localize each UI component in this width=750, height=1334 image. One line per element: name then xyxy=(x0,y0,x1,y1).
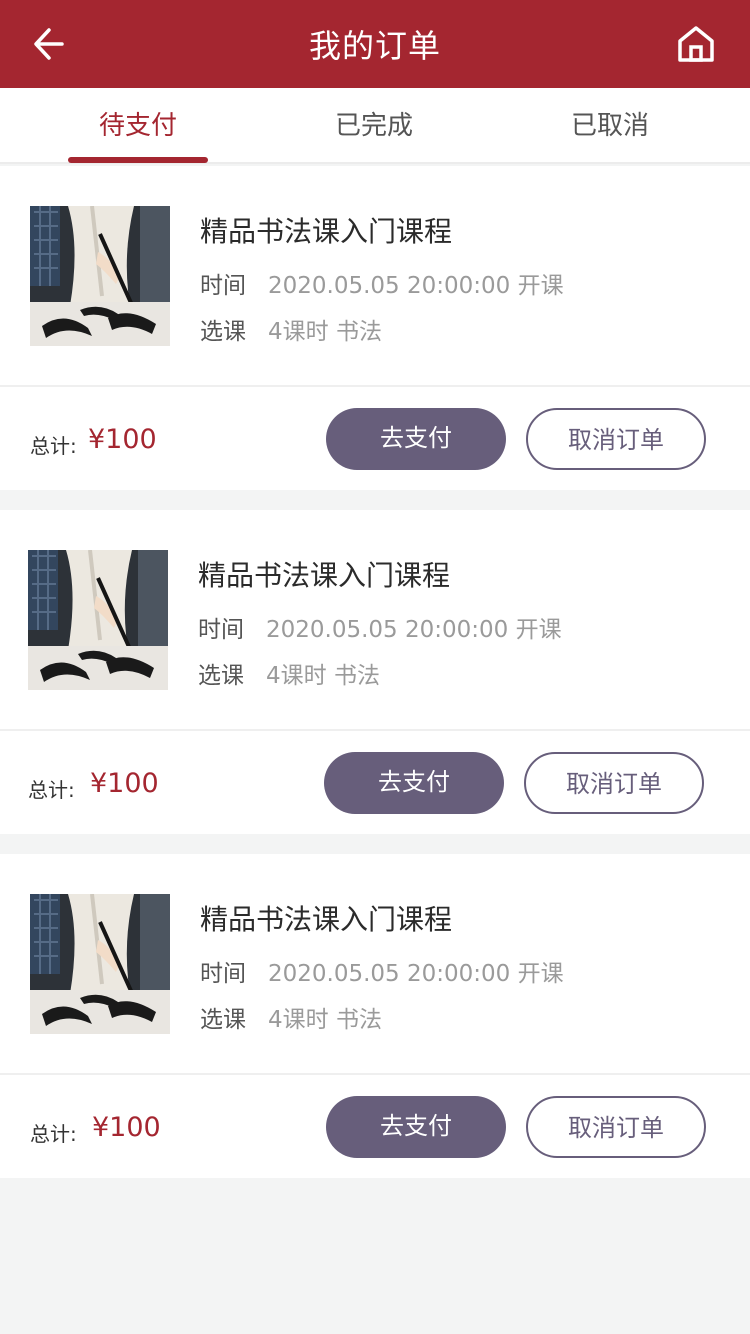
card-divider xyxy=(0,385,750,387)
time-value: 2020.05.05 20:00:00 开课 xyxy=(266,617,562,643)
home-button[interactable] xyxy=(672,20,720,68)
pay-button[interactable]: 去支付 xyxy=(326,1096,506,1158)
time-label: 时间 xyxy=(200,273,246,299)
order-card: 精品书法课入门课程 时间 2020.05.05 20:00:00 开课 选课 4课时… xyxy=(0,166,750,490)
pay-button[interactable]: 去支付 xyxy=(324,752,504,814)
course-thumbnail[interactable] xyxy=(30,206,170,346)
selection-label: 选课 xyxy=(200,1007,246,1033)
order-selection-row: 选课 4课时 书法 xyxy=(198,656,380,690)
total-amount: ¥100 xyxy=(92,1112,161,1143)
home-icon xyxy=(678,26,714,62)
page-title: 我的订单 xyxy=(308,27,441,65)
course-name: 精品书法课入门课程 xyxy=(200,215,453,248)
course-name: 精品书法课入门课程 xyxy=(200,903,453,936)
cancel-order-button[interactable]: 取消订单 xyxy=(526,408,706,470)
time-value: 2020.05.05 20:00:00 开课 xyxy=(268,961,564,987)
course-thumbnail[interactable] xyxy=(30,894,170,1034)
course-name: 精品书法课入门课程 xyxy=(198,559,451,592)
total-label: 总计: xyxy=(30,434,77,458)
order-selection-row: 选课 4课时 书法 xyxy=(200,1000,382,1034)
order-selection-row: 选课 4课时 书法 xyxy=(200,312,382,346)
time-label: 时间 xyxy=(200,961,246,987)
tab-pending-payment[interactable]: 待支付 xyxy=(38,88,238,164)
cancel-order-button[interactable]: 取消订单 xyxy=(526,1096,706,1158)
app-header: 我的订单 xyxy=(0,0,750,88)
time-value: 2020.05.05 20:00:00 开课 xyxy=(268,273,564,299)
order-card: 精品书法课入门课程 时间 2020.05.05 20:00:00 开课 选课 4课时… xyxy=(0,510,750,834)
total-amount: ¥100 xyxy=(88,424,157,455)
total-label: 总计: xyxy=(28,778,75,802)
total-label: 总计: xyxy=(30,1122,77,1146)
selection-value: 4课时 书法 xyxy=(266,663,380,689)
time-label: 时间 xyxy=(198,617,244,643)
selection-label: 选课 xyxy=(200,319,246,345)
total-amount: ¥100 xyxy=(90,768,159,799)
order-time-row: 时间 2020.05.05 20:00:00 开课 xyxy=(200,954,564,988)
order-card: 精品书法课入门课程 时间 2020.05.05 20:00:00 开课 选课 4课时… xyxy=(0,854,750,1178)
selection-value: 4课时 书法 xyxy=(268,1007,382,1033)
selection-label: 选课 xyxy=(198,663,244,689)
course-thumbnail[interactable] xyxy=(28,550,168,690)
card-divider xyxy=(0,729,750,731)
tab-cancelled[interactable]: 已取消 xyxy=(510,88,710,164)
order-tabs: 待支付 已完成 已取消 xyxy=(0,88,750,164)
order-time-row: 时间 2020.05.05 20:00:00 开课 xyxy=(198,610,562,644)
active-tab-indicator xyxy=(68,157,208,163)
cancel-order-button[interactable]: 取消订单 xyxy=(524,752,704,814)
pay-button[interactable]: 去支付 xyxy=(326,408,506,470)
order-time-row: 时间 2020.05.05 20:00:00 开课 xyxy=(200,266,564,300)
tab-completed[interactable]: 已完成 xyxy=(274,88,474,164)
selection-value: 4课时 书法 xyxy=(268,319,382,345)
card-divider xyxy=(0,1073,750,1075)
